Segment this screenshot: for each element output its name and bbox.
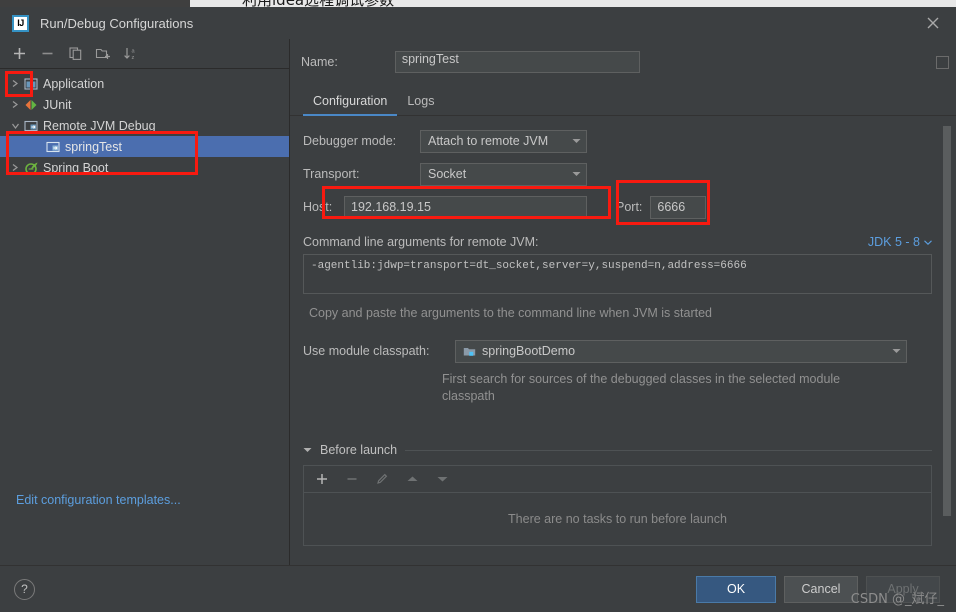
vertical-scrollbar-thumb[interactable] <box>943 126 951 516</box>
tab-configuration[interactable]: Configuration <box>303 94 398 116</box>
before-launch-title: Before launch <box>320 443 398 457</box>
allow-parallel-run-checkbox[interactable]: Allow parallel run <box>936 55 956 69</box>
configuration-tabs: Configuration Logs <box>290 85 956 116</box>
chevron-down-icon <box>566 171 586 177</box>
jdk-version-selector[interactable]: JDK 5 - 8 <box>868 235 932 249</box>
footer-buttons: OK Cancel Apply <box>696 575 940 603</box>
tree-item-label: JUnit <box>43 97 72 112</box>
chevron-down-icon <box>566 138 586 144</box>
before-launch-section: Before launch There are no tasks to run … <box>290 441 956 546</box>
tree-item-junit[interactable]: JUnit <box>0 94 289 115</box>
copy-configuration-button[interactable] <box>62 42 88 66</box>
tree-item-remote-jvm-debug[interactable]: Remote JVM Debug <box>0 115 289 136</box>
sidebar-toolbar: a z <box>0 39 289 69</box>
command-line-arguments-field[interactable]: -agentlib:jdwp=transport=dt_socket,serve… <box>303 254 932 294</box>
ok-button[interactable]: OK <box>696 575 776 603</box>
before-launch-move-down-button <box>429 467 455 491</box>
checkbox-box[interactable] <box>936 55 949 69</box>
sort-configurations-button[interactable]: a z <box>118 42 144 66</box>
transport-label: Transport: <box>303 167 360 181</box>
debugger-mode-value: Attach to remote JVM <box>428 134 549 148</box>
svg-text:a: a <box>132 49 136 55</box>
chevron-right-icon[interactable] <box>8 100 22 109</box>
dialog-footer: ? OK Cancel Apply CSDN @_斌仔_ <box>0 565 956 612</box>
intellij-logo-icon: IJ <box>12 14 29 32</box>
command-line-arguments-label: Command line arguments for remote JVM: <box>303 235 539 249</box>
module-classpath-value: springBootDemo <box>482 344 576 358</box>
configurations-sidebar: a z Application JUnit Remote JVM Debug s… <box>0 39 290 565</box>
dialog-title: Run/Debug Configurations <box>40 15 194 31</box>
configurations-tree: Application JUnit Remote JVM Debug sprin… <box>0 69 289 565</box>
before-launch-toolbar <box>304 466 931 493</box>
configuration-scroll-area: Debugger mode: Attach to remote JVM Tran… <box>290 116 956 565</box>
host-input[interactable]: 192.168.19.15 <box>344 195 587 219</box>
triangle-down-icon[interactable] <box>303 447 312 453</box>
tree-item-label: Spring Boot <box>43 160 109 175</box>
debugger-mode-label: Debugger mode: <box>303 134 397 148</box>
transport-row: Transport: Socket <box>290 162 956 186</box>
configuration-content-pane: Name: springTest Allow parallel run Stor… <box>290 39 956 565</box>
name-row: Name: springTest Allow parallel run Stor… <box>290 39 956 85</box>
tree-item-spring-boot[interactable]: Spring Boot <box>0 157 289 178</box>
create-folder-button[interactable] <box>90 42 116 66</box>
before-launch-empty-text: There are no tasks to run before launch <box>508 512 727 526</box>
help-button[interactable]: ? <box>14 578 35 600</box>
edit-configuration-templates-link[interactable]: Edit configuration templates... <box>16 493 181 507</box>
before-launch-remove-button <box>339 467 365 491</box>
cancel-button[interactable]: Cancel <box>784 575 858 603</box>
module-classpath-row: Use module classpath: springBootDemo <box>290 339 956 363</box>
tree-item-label: springTest <box>65 139 122 154</box>
command-line-arguments-hint: Copy and paste the arguments to the comm… <box>309 306 712 320</box>
remote-debug-icon <box>44 140 62 154</box>
svg-text:z: z <box>132 55 135 61</box>
before-launch-edit-button <box>369 467 395 491</box>
before-launch-panel: There are no tasks to run before launch <box>303 465 932 546</box>
module-classpath-dropdown[interactable]: springBootDemo <box>455 339 907 363</box>
remove-configuration-button[interactable] <box>34 42 60 66</box>
host-port-row: Host: 192.168.19.15 Port: 6666 <box>290 195 956 219</box>
transport-dropdown[interactable]: Socket <box>420 162 587 186</box>
before-launch-header: Before launch <box>303 441 932 459</box>
dialog-body: a z Application JUnit Remote JVM Debug s… <box>0 39 956 565</box>
before-launch-divider <box>405 449 932 451</box>
tab-logs[interactable]: Logs <box>397 94 444 115</box>
before-launch-move-up-button <box>399 467 425 491</box>
jdk-version-label: JDK 5 - 8 <box>867 235 920 249</box>
tree-item-application[interactable]: Application <box>0 73 289 94</box>
debugger-mode-dropdown[interactable]: Attach to remote JVM <box>420 129 587 153</box>
vertical-scrollbar-track[interactable] <box>943 116 951 565</box>
transport-value: Socket <box>428 167 467 181</box>
module-classpath-label: Use module classpath: <box>303 344 430 358</box>
add-configuration-button[interactable] <box>6 42 32 66</box>
apply-button: Apply <box>866 575 940 603</box>
chevron-down-icon <box>886 348 906 354</box>
command-line-arguments-header: Command line arguments for remote JVM: J… <box>290 235 956 249</box>
junit-icon <box>22 98 40 112</box>
chevron-right-icon[interactable] <box>8 163 22 172</box>
chevron-down-icon[interactable] <box>8 122 22 130</box>
port-input[interactable]: 6666 <box>650 195 707 219</box>
dialog-titlebar: IJ Run/Debug Configurations <box>0 7 956 39</box>
tree-item-springtest[interactable]: springTest <box>0 136 289 157</box>
name-input[interactable]: springTest <box>394 51 640 73</box>
spring-boot-icon <box>22 161 40 175</box>
debugger-mode-row: Debugger mode: Attach to remote JVM <box>290 129 956 153</box>
chevron-right-icon[interactable] <box>8 79 22 88</box>
close-icon[interactable] <box>910 7 956 39</box>
tree-item-label: Application <box>43 76 105 91</box>
port-label: Port: <box>616 200 643 214</box>
remote-debug-icon <box>22 119 40 133</box>
application-icon <box>22 77 40 91</box>
before-launch-add-button[interactable] <box>309 467 335 491</box>
module-classpath-hint: First search for sources of the debugged… <box>442 372 841 403</box>
chevron-down-icon <box>924 239 932 245</box>
run-debug-configurations-dialog: IJ Run/Debug Configurations a z Applicat… <box>0 7 956 612</box>
tree-item-label: Remote JVM Debug <box>43 118 156 133</box>
module-icon <box>463 345 476 358</box>
host-label: Host: <box>303 200 333 214</box>
name-label: Name: <box>301 55 338 69</box>
